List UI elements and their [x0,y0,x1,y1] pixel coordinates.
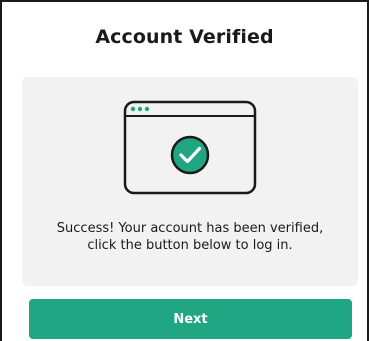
success-message-line-2: click the button below to log in. [87,238,293,253]
verification-card: Success! Your account has been verified,… [22,77,358,286]
verification-panel: Account Verified Success! Your account h… [0,0,369,341]
browser-window-icon [123,100,257,195]
check-circle-icon [170,135,210,175]
success-message-line-1: Success! Your account has been verified, [56,221,324,236]
next-button[interactable]: Next [29,299,352,339]
page-title: Account Verified [95,26,274,48]
success-message: Success! Your account has been verified,… [22,220,358,254]
